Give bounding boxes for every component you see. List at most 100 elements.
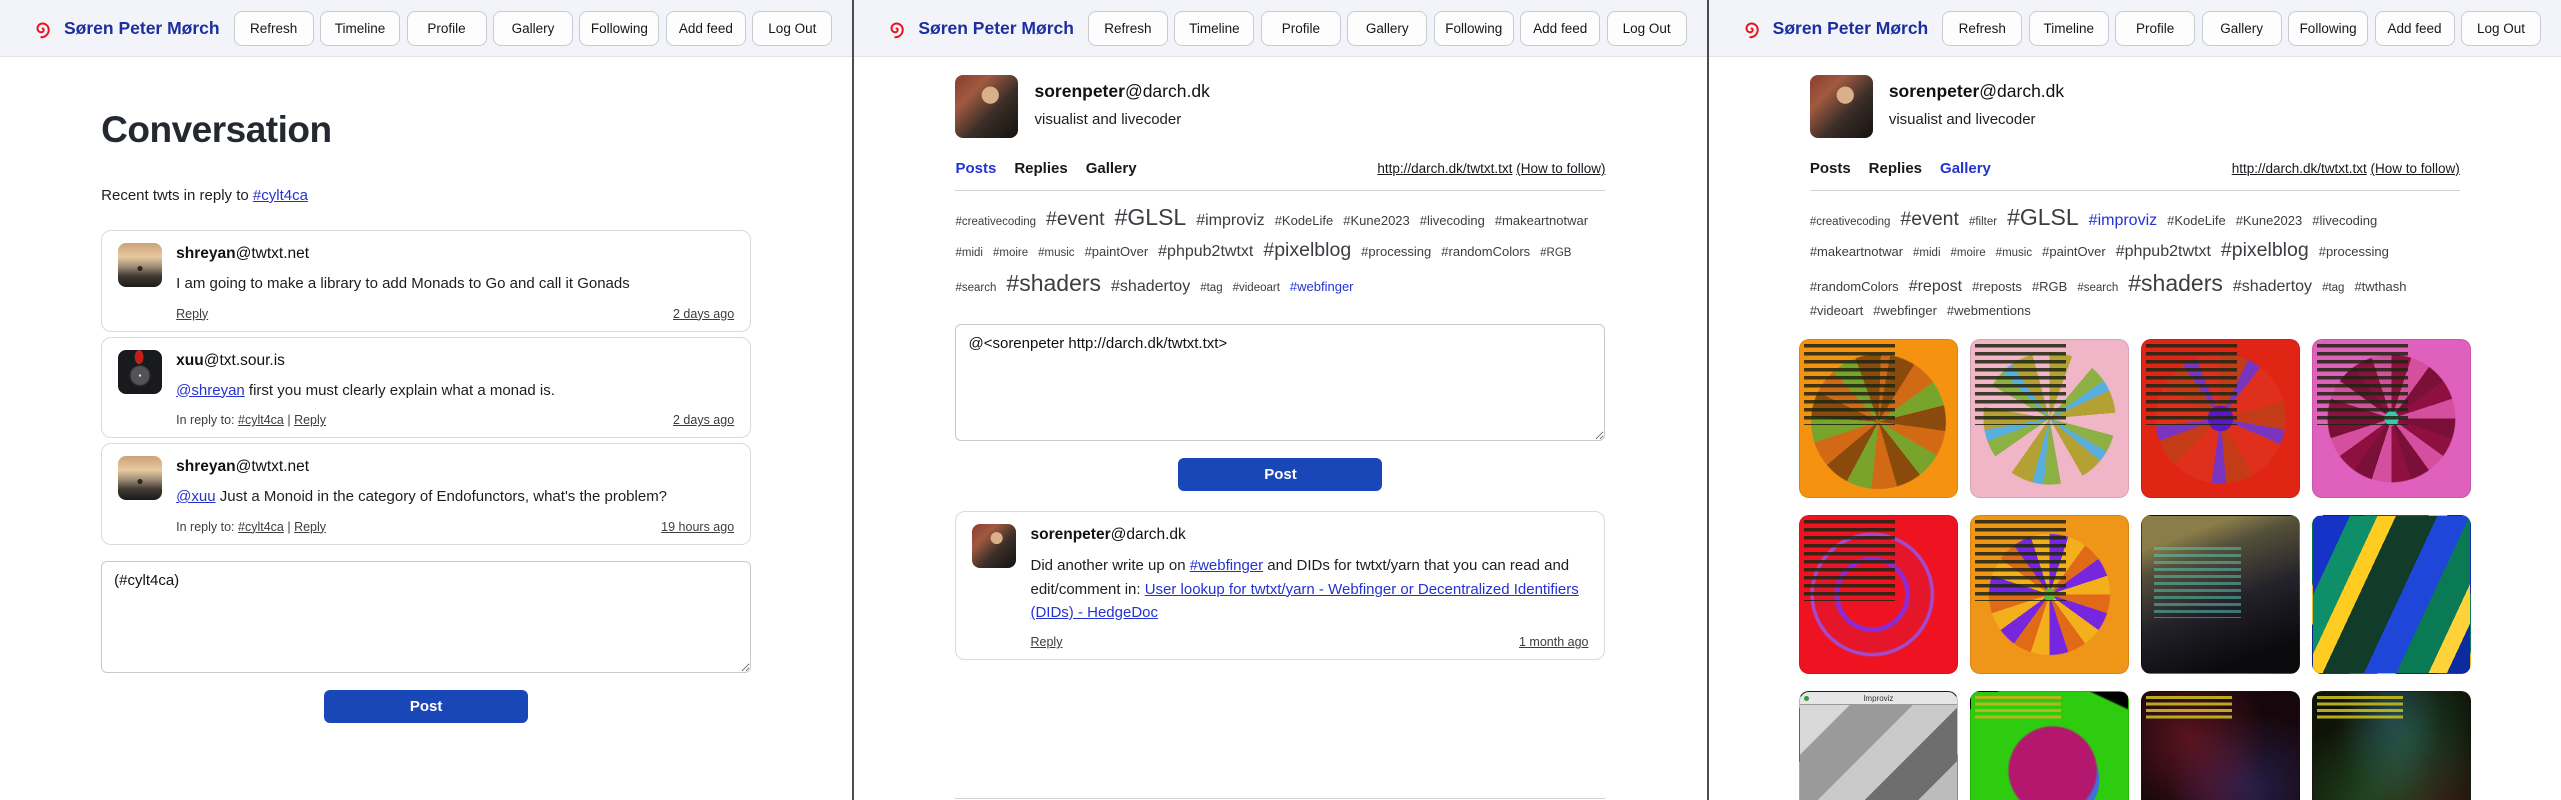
gallery-button[interactable]: Gallery (1347, 11, 1427, 46)
timestamp-link[interactable]: 1 month ago (1519, 635, 1589, 649)
hashtag-link[interactable]: #shaders (2128, 266, 2223, 301)
timeline-button[interactable]: Timeline (2029, 11, 2109, 46)
add-feed-button[interactable]: Add feed (1520, 11, 1600, 46)
compose-input[interactable]: @<sorenpeter http://darch.dk/twtxt.txt> (955, 324, 1605, 441)
hashtag-link[interactable]: #shadertoy (2233, 275, 2312, 299)
hashtag-link[interactable]: #improviz (1196, 209, 1264, 233)
hashtag-link[interactable]: #livecoding (1420, 211, 1485, 231)
brand[interactable]: Søren Peter Mørch (1739, 16, 1929, 41)
hashtag-link[interactable]: #reposts (1972, 277, 2022, 297)
add-feed-button[interactable]: Add feed (2375, 11, 2455, 46)
feed-url-link[interactable]: http://darch.dk/twtxt.txt (2232, 161, 2367, 176)
hashtag-link[interactable]: #processing (1361, 242, 1431, 262)
gallery-image[interactable] (2141, 515, 2300, 674)
gallery-image[interactable] (2312, 339, 2471, 498)
timestamp-link[interactable]: 2 days ago (673, 413, 734, 427)
hashtag-link[interactable]: #KodeLife (2167, 211, 2226, 231)
hashtag-link[interactable]: #creativecoding (1810, 214, 1891, 231)
profile-button[interactable]: Profile (1261, 11, 1341, 46)
in-reply-hash-link[interactable]: #cylt4ca (238, 413, 284, 427)
hashtag-link[interactable]: #GLSL (2007, 200, 2079, 235)
hashtag-link[interactable]: #webfinger (1873, 301, 1937, 321)
hashtag-link[interactable]: #twthash (2354, 277, 2406, 297)
profile-button[interactable]: Profile (407, 11, 487, 46)
hashtag-link[interactable]: #improviz (2089, 209, 2157, 233)
gallery-image[interactable]: Improviz (1799, 691, 1958, 800)
refresh-button[interactable]: Refresh (234, 11, 314, 46)
hashtag-link[interactable]: #creativecoding (955, 214, 1036, 231)
hashtag-link[interactable]: #videoart (1810, 301, 1863, 321)
tab-replies[interactable]: Replies (1869, 160, 1922, 177)
timestamp-link[interactable]: 2 days ago (673, 307, 734, 321)
refresh-button[interactable]: Refresh (1088, 11, 1168, 46)
hashtag-link[interactable]: #pixelblog (1263, 236, 1351, 265)
gallery-image[interactable] (1970, 515, 2129, 674)
hashtag-link[interactable]: #filter (1969, 214, 1997, 231)
hashtag-link[interactable]: #search (2077, 280, 2118, 297)
hashtag-link[interactable]: #makeartnotwar (1810, 242, 1903, 262)
logout-button[interactable]: Log Out (752, 11, 832, 46)
hashtag-link[interactable]: #pixelblog (2221, 236, 2309, 265)
hashtag-link[interactable]: #livecoding (2312, 211, 2377, 231)
how-to-follow-link[interactable]: (How to follow) (2371, 161, 2460, 176)
hashtag-link[interactable]: #Kune2023 (1343, 211, 1410, 231)
conversation-hash-link[interactable]: #cylt4ca (253, 187, 308, 204)
hashtag-link[interactable]: #music (1038, 245, 1074, 262)
hashtag-link[interactable]: #event (1046, 205, 1105, 234)
gallery-button[interactable]: Gallery (2202, 11, 2282, 46)
hashtag-link[interactable]: #phpub2twtxt (2116, 240, 2211, 264)
logout-button[interactable]: Log Out (1607, 11, 1687, 46)
hashtag-link[interactable]: #Kune2023 (2236, 211, 2303, 231)
hashtag-link[interactable]: #search (955, 280, 996, 297)
compose-input[interactable]: (#cylt4ca) (101, 561, 751, 673)
profile-button[interactable]: Profile (2115, 11, 2195, 46)
gallery-image[interactable] (2141, 691, 2300, 800)
following-button[interactable]: Following (2288, 11, 2368, 46)
hashtag-link[interactable]: #midi (1913, 245, 1940, 262)
following-button[interactable]: Following (1434, 11, 1514, 46)
gallery-image[interactable] (2141, 339, 2300, 498)
reply-link[interactable]: Reply (294, 520, 326, 534)
hashtag-link[interactable]: #music (1996, 245, 2032, 262)
hashtag-link[interactable]: #webfinger (1290, 277, 1354, 297)
mention-link[interactable]: @shreyan (176, 382, 245, 399)
brand[interactable]: Søren Peter Mørch (884, 16, 1074, 41)
hashtag-link[interactable]: #webfinger (1190, 557, 1263, 574)
hashtag-link[interactable]: #midi (955, 245, 982, 262)
following-button[interactable]: Following (579, 11, 659, 46)
hashtag-link[interactable]: #processing (2319, 242, 2389, 262)
hashtag-link[interactable]: #shadertoy (1111, 275, 1190, 299)
hashtag-link[interactable]: #tag (1200, 280, 1222, 297)
gallery-image[interactable] (1799, 339, 1958, 498)
hashtag-link[interactable]: #randomColors (1810, 277, 1899, 297)
add-feed-button[interactable]: Add feed (666, 11, 746, 46)
hashtag-link[interactable]: #phpub2twtxt (1158, 240, 1253, 264)
gallery-image[interactable] (2312, 691, 2471, 800)
timestamp-link[interactable]: 19 hours ago (661, 520, 734, 534)
hashtag-link[interactable]: #randomColors (1441, 242, 1530, 262)
gallery-image[interactable] (1799, 515, 1958, 674)
tab-posts[interactable]: Posts (1810, 160, 1851, 177)
hashtag-link[interactable]: #RGB (1540, 245, 1571, 262)
hashtag-link[interactable]: #videoart (1233, 280, 1280, 297)
gallery-image[interactable] (1970, 691, 2129, 800)
hashtag-link[interactable]: #event (1900, 205, 1959, 234)
feed-url-link[interactable]: http://darch.dk/twtxt.txt (1377, 161, 1512, 176)
hashtag-link[interactable]: #makeartnotwar (1495, 211, 1588, 231)
timeline-button[interactable]: Timeline (1174, 11, 1254, 46)
reply-link[interactable]: Reply (176, 307, 208, 321)
in-reply-hash-link[interactable]: #cylt4ca (238, 520, 284, 534)
hashtag-link[interactable]: #tag (2322, 280, 2344, 297)
hashtag-link[interactable]: #GLSL (1115, 200, 1187, 235)
hashtag-link[interactable]: #webmentions (1947, 301, 2031, 321)
hashtag-link[interactable]: #moire (1951, 245, 1986, 262)
post-button[interactable]: Post (324, 690, 528, 723)
hashtag-link[interactable]: #RGB (2032, 277, 2067, 297)
post-button[interactable]: Post (1178, 458, 1382, 491)
hashtag-link[interactable]: #paintOver (1085, 242, 1149, 262)
tab-gallery[interactable]: Gallery (1940, 160, 1991, 177)
tab-posts[interactable]: Posts (955, 160, 996, 177)
gallery-image[interactable] (1970, 339, 2129, 498)
gallery-image[interactable] (2312, 515, 2471, 674)
hashtag-link[interactable]: #paintOver (2042, 242, 2106, 262)
